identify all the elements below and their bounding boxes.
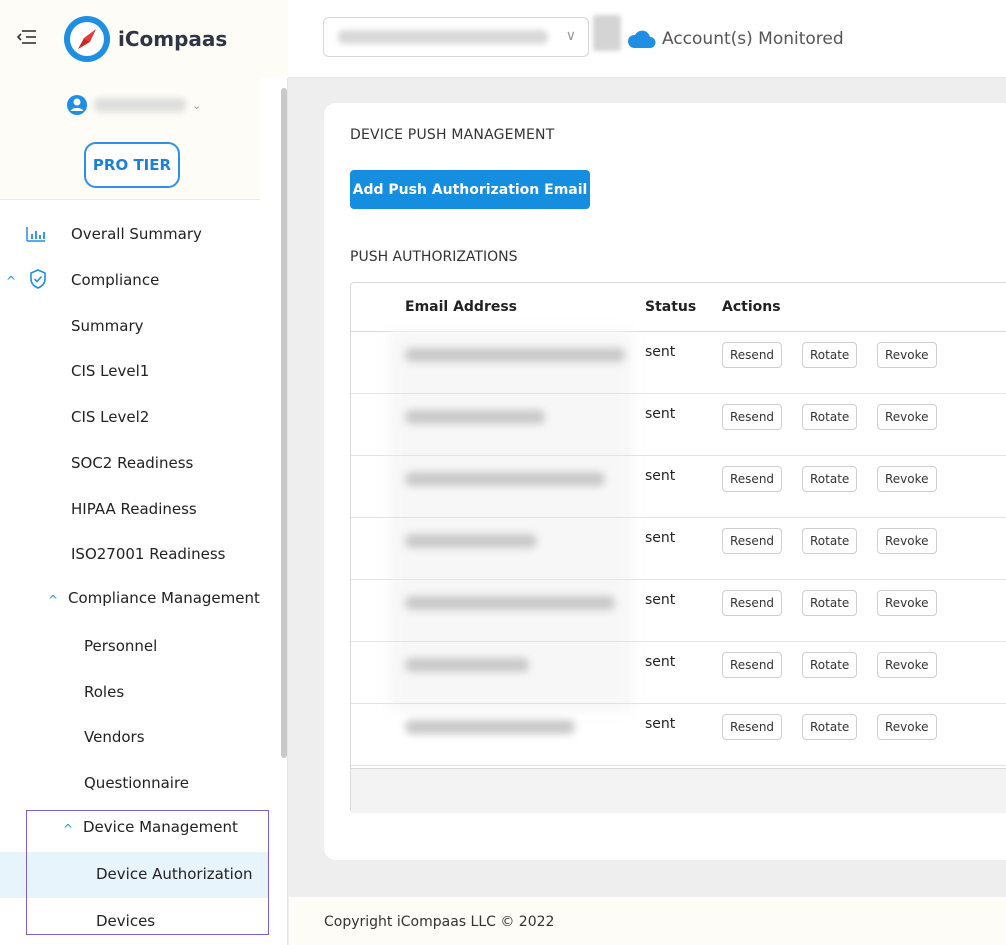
sidebar-item-vendors[interactable]: Vendors xyxy=(84,728,145,746)
status-value: sent xyxy=(645,468,676,484)
chevron-up-icon[interactable]: ^ xyxy=(48,593,58,607)
chevron-up-icon[interactable]: ^ xyxy=(6,274,16,288)
status-value: sent xyxy=(645,344,676,360)
status-value: sent xyxy=(645,654,676,670)
rotate-button[interactable]: Rotate xyxy=(802,590,858,616)
table-row: sent Resend Rotate Revoke xyxy=(351,332,1006,394)
brand-area: iCompaas xyxy=(0,0,288,78)
account-name-redacted xyxy=(338,30,548,44)
user-menu[interactable]: ⌄ xyxy=(66,94,201,116)
rotate-button[interactable]: Rotate xyxy=(802,466,858,492)
resend-button[interactable]: Resend xyxy=(722,342,783,368)
rotate-button[interactable]: Rotate xyxy=(802,342,858,368)
brand-name: iCompaas xyxy=(118,27,228,51)
revoke-button[interactable]: Revoke xyxy=(877,404,937,430)
sidebar-item-personnel[interactable]: Personnel xyxy=(84,637,157,655)
table-row: sent Resend Rotate Revoke xyxy=(351,394,1006,456)
resend-button[interactable]: Resend xyxy=(722,404,783,430)
sidebar-item-device-management[interactable]: Device Management xyxy=(83,818,238,836)
user-panel: ⌄ PRO TIER xyxy=(0,78,260,200)
page-footer: Copyright iCompaas LLC © 2022 xyxy=(289,897,1006,945)
sidebar-item-devices[interactable]: Devices xyxy=(96,912,155,930)
sidebar-item-compliance-management[interactable]: Compliance Management xyxy=(68,589,260,607)
revoke-button[interactable]: Revoke xyxy=(877,466,937,492)
table-row: sent Resend Rotate Revoke xyxy=(351,704,1006,766)
table-row: sent Resend Rotate Revoke xyxy=(351,642,1006,704)
sidebar-item-overall-summary[interactable]: Overall Summary xyxy=(71,225,202,243)
copyright-text: Copyright iCompaas LLC © 2022 xyxy=(324,914,555,930)
accounts-monitored: Account(s) Monitored xyxy=(626,28,844,50)
column-header-actions: Actions xyxy=(722,299,781,315)
status-value: sent xyxy=(645,530,676,546)
resend-button[interactable]: Resend xyxy=(722,590,783,616)
sidebar: ⌄ PRO TIER Overall Summary ^ Compliance … xyxy=(0,78,288,945)
chevron-down-icon: ⌄ xyxy=(192,98,202,112)
sidebar-item-iso27001-readiness[interactable]: ISO27001 Readiness xyxy=(71,545,225,563)
rotate-button[interactable]: Rotate xyxy=(802,404,858,430)
table-row: sent Resend Rotate Revoke xyxy=(351,518,1006,580)
sidebar-item-cis-level1[interactable]: CIS Level1 xyxy=(71,362,149,380)
menu-toggle-icon[interactable] xyxy=(16,28,38,46)
sidebar-item-cis-level2[interactable]: CIS Level2 xyxy=(71,408,149,426)
email-redacted xyxy=(405,658,529,672)
sidebar-item-device-authorization[interactable]: Device Authorization xyxy=(96,865,253,883)
accounts-monitored-label: Account(s) Monitored xyxy=(662,29,844,49)
rotate-button[interactable]: Rotate xyxy=(802,528,858,554)
compass-logo-icon xyxy=(64,16,110,62)
rotate-button[interactable]: Rotate xyxy=(802,714,858,740)
resend-button[interactable]: Resend xyxy=(722,466,783,492)
bar-chart-icon xyxy=(26,226,46,246)
revoke-button[interactable]: Revoke xyxy=(877,342,937,368)
section-title: PUSH AUTHORIZATIONS xyxy=(350,249,518,265)
column-header-email: Email Address xyxy=(405,299,518,315)
chevron-up-icon[interactable]: ^ xyxy=(63,822,73,836)
account-select[interactable]: ∨ xyxy=(323,17,589,57)
device-push-management-card: DEVICE PUSH MANAGEMENT Add Push Authoriz… xyxy=(324,103,1006,860)
brand-logo[interactable]: iCompaas xyxy=(62,14,227,64)
status-value: sent xyxy=(645,406,676,422)
sidebar-item-hipaa-readiness[interactable]: HIPAA Readiness xyxy=(71,500,197,518)
email-redacted xyxy=(405,596,615,610)
chevron-down-icon: ∨ xyxy=(565,28,576,44)
email-redacted xyxy=(405,472,605,486)
sidebar-item-roles[interactable]: Roles xyxy=(84,683,124,701)
cloud-icon xyxy=(627,30,656,48)
email-redacted xyxy=(405,720,575,734)
table-row: sent Resend Rotate Revoke xyxy=(351,456,1006,518)
resend-button[interactable]: Resend xyxy=(722,714,783,740)
user-name-redacted xyxy=(94,98,186,112)
sidebar-item-soc2-readiness[interactable]: SOC2 Readiness xyxy=(71,454,193,472)
email-redacted xyxy=(405,348,625,362)
email-redacted xyxy=(405,534,537,548)
rotate-button[interactable]: Rotate xyxy=(802,652,858,678)
table-footer xyxy=(351,768,1006,813)
account-count-redacted xyxy=(593,15,621,51)
revoke-button[interactable]: Revoke xyxy=(877,714,937,740)
sidebar-scrollbar[interactable] xyxy=(281,88,287,758)
add-push-authorization-email-button[interactable]: Add Push Authorization Email xyxy=(350,170,590,209)
status-value: sent xyxy=(645,592,676,608)
resend-button[interactable]: Resend xyxy=(722,652,783,678)
column-header-status: Status xyxy=(645,299,697,315)
revoke-button[interactable]: Revoke xyxy=(877,652,937,678)
email-redacted xyxy=(405,410,545,424)
table-row: sent Resend Rotate Revoke xyxy=(351,580,1006,642)
revoke-button[interactable]: Revoke xyxy=(877,528,937,554)
shield-check-icon xyxy=(29,269,47,293)
user-avatar-icon xyxy=(67,95,87,115)
sidebar-item-questionnaire[interactable]: Questionnaire xyxy=(84,774,189,792)
sidebar-item-summary[interactable]: Summary xyxy=(71,317,144,335)
top-header: iCompaas ∨ Account(s) Monitored xyxy=(0,0,1006,78)
revoke-button[interactable]: Revoke xyxy=(877,590,937,616)
sidebar-item-compliance[interactable]: Compliance xyxy=(71,271,159,289)
pro-tier-badge[interactable]: PRO TIER xyxy=(84,142,180,188)
status-value: sent xyxy=(645,716,676,732)
resend-button[interactable]: Resend xyxy=(722,528,783,554)
push-authorizations-table: Email Address Status Actions sent Resend… xyxy=(350,282,1006,813)
page-title: DEVICE PUSH MANAGEMENT xyxy=(350,127,555,143)
